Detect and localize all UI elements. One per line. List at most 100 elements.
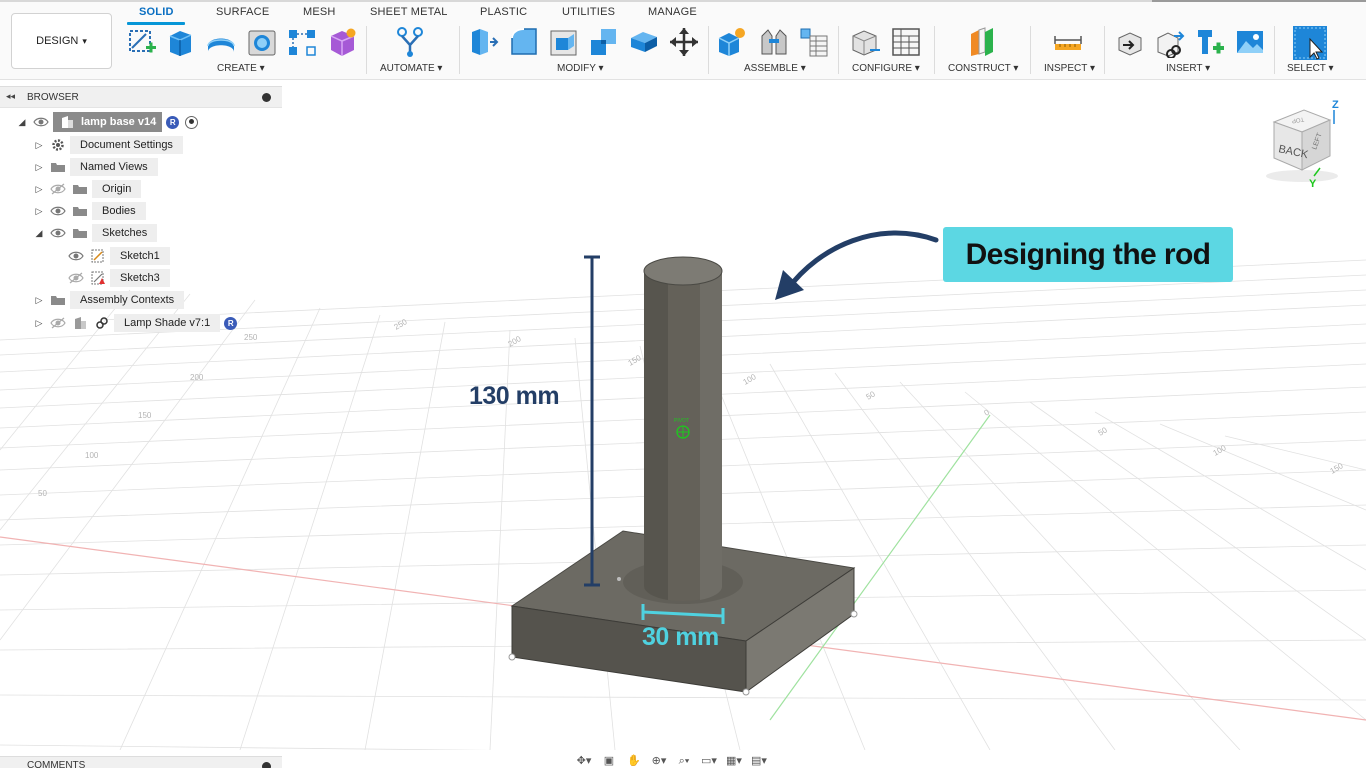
browser-item-document-settings[interactable]: ▷ Document Settings: [34, 135, 183, 155]
sketch-icon: [90, 249, 106, 263]
automate-menu[interactable]: AUTOMATE ▾: [380, 63, 442, 74]
toolbar-divider: [934, 26, 935, 74]
create-sketch-icon[interactable]: [126, 26, 158, 58]
hole-icon[interactable]: [246, 26, 278, 58]
browser-item-named-views[interactable]: ▷ Named Views: [34, 157, 158, 177]
active-radio-icon[interactable]: [185, 115, 199, 129]
browser-item-sketch1[interactable]: Sketch1: [52, 246, 170, 266]
browser-item-origin[interactable]: ▷ Origin: [34, 179, 142, 199]
assemble-menu[interactable]: ASSEMBLE ▾: [744, 63, 806, 74]
pan-icon[interactable]: ✋: [624, 755, 644, 767]
pattern-icon[interactable]: [286, 26, 318, 58]
browser-item-assembly-contexts[interactable]: ▷ Assembly Contexts: [34, 290, 185, 310]
grid-label: 100: [1212, 443, 1229, 458]
combine-icon[interactable]: [588, 26, 620, 58]
select-icon[interactable]: [1292, 25, 1328, 61]
insert-derive-icon[interactable]: [1114, 26, 1146, 58]
eye-hidden-icon[interactable]: [50, 316, 66, 330]
axis-y-label: Y: [1309, 178, 1317, 188]
active-tab-indicator: [127, 22, 185, 25]
revolve-icon[interactable]: [205, 26, 237, 58]
comments-title: COMMENTS: [27, 760, 86, 768]
select-menu[interactable]: SELECT ▾: [1287, 63, 1334, 74]
press-pull-icon[interactable]: [468, 26, 500, 58]
browser-root-row[interactable]: ◢ lamp base v14 R: [17, 112, 199, 132]
tab-utilities[interactable]: UTILITIES: [562, 6, 615, 18]
browser-root-label[interactable]: lamp base v14: [53, 112, 163, 132]
toolbar-divider: [366, 26, 367, 74]
create-menu[interactable]: CREATE ▾: [217, 63, 265, 74]
new-component-icon[interactable]: [716, 26, 748, 58]
construct-menu[interactable]: CONSTRUCT ▾: [948, 63, 1018, 74]
eye-icon[interactable]: [50, 226, 66, 240]
expand-arrow-icon[interactable]: ▷: [34, 295, 44, 306]
shell-icon[interactable]: [548, 26, 580, 58]
browser-item-lamp-shade[interactable]: ▷ Lamp Shade v7:1 R: [34, 313, 238, 333]
view-cube[interactable]: BACK LEFT TOP Z Y: [1262, 96, 1348, 190]
extrude-icon[interactable]: [164, 26, 196, 58]
panel-pin-icon[interactable]: [262, 93, 271, 102]
viewports-icon[interactable]: ▤▾: [749, 755, 769, 767]
component-icon: [72, 316, 88, 330]
tab-solid[interactable]: SOLID: [139, 6, 174, 18]
replace-face-icon[interactable]: [628, 26, 660, 58]
insert-menu[interactable]: INSERT ▾: [1166, 63, 1210, 74]
automate-icon[interactable]: [394, 26, 426, 58]
fillet-icon[interactable]: [508, 26, 540, 58]
workspace-switcher-button[interactable]: DESIGN ▾: [11, 13, 112, 69]
axis-z-label: Z: [1332, 99, 1339, 111]
expand-arrow-icon[interactable]: ◢: [17, 117, 27, 128]
expand-arrow-icon[interactable]: ▷: [34, 162, 44, 173]
grid-label: 100: [742, 372, 759, 387]
tab-surface[interactable]: SURFACE: [216, 6, 269, 18]
insert-link-icon[interactable]: [1154, 26, 1186, 58]
offset-plane-icon[interactable]: [967, 26, 999, 58]
move-icon[interactable]: [668, 26, 700, 58]
browser-item-sketches[interactable]: ◢ Sketches: [34, 223, 158, 243]
configuration-table-icon[interactable]: [890, 26, 922, 58]
decal-icon[interactable]: [1234, 26, 1266, 58]
tab-plastic[interactable]: PLASTIC: [480, 6, 527, 18]
add-comment-icon[interactable]: [262, 762, 271, 768]
grid-label: 150: [627, 353, 644, 368]
configure-icon[interactable]: [850, 26, 882, 58]
new-form-icon[interactable]: [326, 26, 358, 58]
grid-settings-icon[interactable]: ▦▾: [724, 755, 744, 767]
reference-badge: R: [224, 316, 238, 330]
callout-arrow: [775, 230, 939, 300]
zoom-window-icon[interactable]: ⊕▾: [649, 755, 669, 767]
zoom-fit-icon[interactable]: ⌕▾: [674, 755, 694, 767]
eye-icon[interactable]: [68, 249, 84, 263]
tab-mesh[interactable]: MESH: [303, 6, 336, 18]
tab-manage[interactable]: MANAGE: [648, 6, 697, 18]
collapse-arrow-icon[interactable]: ◢: [34, 228, 44, 239]
eye-icon[interactable]: [33, 115, 49, 129]
orbit-icon[interactable]: ✥▾: [574, 755, 594, 767]
display-settings-icon[interactable]: ▭▾: [699, 755, 719, 767]
svg-text:PIVOT: PIVOT: [674, 418, 689, 424]
sketch-warning-icon: [90, 271, 106, 285]
collapse-panel-icon[interactable]: ◂◂: [6, 91, 15, 102]
inspect-menu[interactable]: INSPECT ▾: [1044, 63, 1095, 74]
folder-icon: [72, 204, 88, 218]
measure-icon[interactable]: [1052, 26, 1084, 58]
eye-hidden-icon[interactable]: [68, 271, 84, 285]
tab-sheet-metal[interactable]: SHEET METAL: [370, 6, 448, 18]
configure-menu[interactable]: CONFIGURE ▾: [852, 63, 920, 74]
modify-menu[interactable]: MODIFY ▾: [557, 63, 604, 74]
eye-hidden-icon[interactable]: [50, 182, 66, 196]
joint-icon[interactable]: [758, 26, 790, 58]
callout-label: Designing the rod: [943, 227, 1233, 282]
expand-arrow-icon[interactable]: ▷: [34, 140, 44, 151]
eye-icon[interactable]: [50, 204, 66, 218]
expand-arrow-icon[interactable]: ▷: [34, 318, 44, 329]
expand-arrow-icon[interactable]: ▷: [34, 184, 44, 195]
look-at-icon[interactable]: ▣: [599, 755, 619, 767]
comments-panel[interactable]: COMMENTS: [0, 756, 282, 768]
bom-table-icon[interactable]: [798, 26, 830, 58]
browser-item-bodies[interactable]: ▷ Bodies: [34, 201, 146, 221]
expand-arrow-icon[interactable]: ▷: [34, 206, 44, 217]
insert-mcmaster-icon[interactable]: [1194, 26, 1226, 58]
browser-item-sketch3[interactable]: Sketch3: [52, 268, 170, 288]
toolbar-divider: [1030, 26, 1031, 74]
